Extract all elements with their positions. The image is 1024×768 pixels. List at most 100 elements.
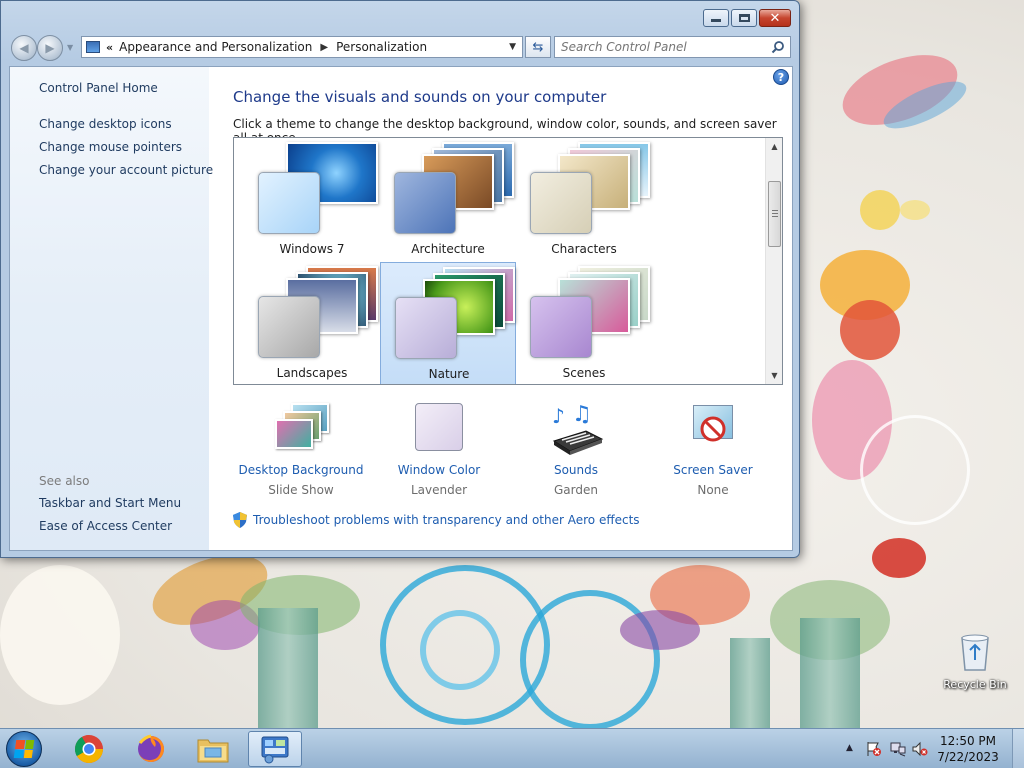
control-panel-icon xyxy=(86,41,100,53)
setting-name[interactable]: Screen Saver xyxy=(638,463,788,477)
desktop-background-setting[interactable]: Desktop Background Slide Show xyxy=(226,403,376,497)
theme-name: Windows 7 xyxy=(279,242,345,256)
address-dropdown-icon[interactable]: ▼ xyxy=(509,42,516,52)
window-color-setting[interactable]: Window Color Lavender xyxy=(364,403,514,497)
show-desktop-button[interactable] xyxy=(1012,729,1024,768)
show-hidden-icons-button[interactable]: ▲ xyxy=(846,743,853,753)
setting-name[interactable]: Desktop Background xyxy=(226,463,376,477)
scroll-down-icon[interactable]: ▼ xyxy=(766,367,782,384)
maximize-icon xyxy=(738,14,750,22)
clock-time: 12:50 PM xyxy=(940,734,996,748)
color-swatch xyxy=(395,297,457,359)
uac-shield-icon xyxy=(233,512,247,528)
scroll-up-icon[interactable]: ▲ xyxy=(766,138,782,155)
theme-name: Scenes xyxy=(562,366,606,380)
recycle-bin[interactable]: Recycle Bin xyxy=(940,630,1010,691)
theme-name: Landscapes xyxy=(276,366,348,380)
color-swatch xyxy=(258,172,320,234)
maximize-button[interactable] xyxy=(731,9,757,27)
see-also-label: See also xyxy=(39,474,90,488)
screen-saver-setting[interactable]: Screen Saver None xyxy=(638,403,788,497)
taskbar-start-menu-link[interactable]: Taskbar and Start Menu xyxy=(39,496,181,510)
window-controls: ✕ xyxy=(703,9,791,27)
color-swatch xyxy=(394,172,456,234)
breadcrumb-separator-icon[interactable]: ▶ xyxy=(320,42,328,53)
task-pane: Control Panel Home Change desktop icons … xyxy=(10,67,213,550)
theme-scenes[interactable]: Scenes xyxy=(516,262,652,384)
search-icon[interactable] xyxy=(771,40,785,54)
help-button[interactable]: ? xyxy=(773,69,789,85)
color-swatch xyxy=(258,296,320,358)
breadcrumb-appearance[interactable]: Appearance and Personalization xyxy=(119,40,312,54)
firefox-icon xyxy=(138,734,164,762)
color-swatch xyxy=(530,172,592,234)
screen-saver-icon xyxy=(683,403,743,459)
recent-pages-dropdown[interactable]: ▼ xyxy=(67,43,73,52)
back-button[interactable]: ◀ xyxy=(11,35,37,61)
setting-value: Garden xyxy=(554,483,598,497)
theme-windows7[interactable]: Windows 7 xyxy=(244,138,380,262)
help-icon: ? xyxy=(777,70,785,84)
setting-value: None xyxy=(697,483,729,497)
action-center-icon[interactable] xyxy=(866,741,882,757)
search-box[interactable] xyxy=(554,36,791,58)
address-bar[interactable]: « Appearance and Personalization ▶ Perso… xyxy=(81,36,523,58)
setting-name[interactable]: Sounds xyxy=(501,463,651,477)
change-account-picture-link[interactable]: Change your account picture xyxy=(39,163,213,177)
theme-landscapes[interactable]: Landscapes xyxy=(244,262,380,384)
taskbar: ▲ 12:50 PM 7/22/2023 xyxy=(0,728,1024,768)
theme-name: Characters xyxy=(551,242,617,256)
recycle-bin-icon xyxy=(958,630,992,672)
start-button[interactable] xyxy=(6,731,42,767)
forward-arrow-icon: ▶ xyxy=(45,41,55,55)
theme-name: Nature xyxy=(428,367,470,381)
close-button[interactable]: ✕ xyxy=(759,9,791,27)
color-swatch xyxy=(530,296,592,358)
volume-icon[interactable] xyxy=(912,741,928,757)
taskbar-control-panel[interactable] xyxy=(248,731,302,767)
scroll-thumb[interactable] xyxy=(768,181,781,247)
change-mouse-pointers-link[interactable]: Change mouse pointers xyxy=(39,140,182,154)
close-icon: ✕ xyxy=(769,10,781,26)
network-icon[interactable] xyxy=(890,741,906,757)
sounds-setting[interactable]: ♪ ♫ Sounds Garden xyxy=(501,402,651,497)
control-panel-home-link[interactable]: Control Panel Home xyxy=(39,81,158,95)
chrome-icon xyxy=(75,735,103,763)
troubleshoot-row: Troubleshoot problems with transparency … xyxy=(233,512,640,528)
page-title: Change the visuals and sounds on your co… xyxy=(233,88,607,106)
breadcrumb-overflow-icon[interactable]: « xyxy=(106,41,113,54)
breadcrumb-personalization[interactable]: Personalization xyxy=(336,40,427,54)
troubleshoot-link[interactable]: Troubleshoot problems with transparency … xyxy=(253,513,640,527)
change-desktop-icons-link[interactable]: Change desktop icons xyxy=(39,117,172,131)
navigation-bar: ◀ ▶ ▼ « Appearance and Personalization ▶… xyxy=(9,33,793,61)
content-area: Control Panel Home Change desktop icons … xyxy=(9,66,793,551)
refresh-button[interactable]: ⇆ xyxy=(525,36,551,58)
minimize-button[interactable] xyxy=(703,9,729,27)
svg-text:♪: ♪ xyxy=(552,404,565,428)
theme-nature[interactable]: Nature xyxy=(380,262,516,384)
search-input[interactable] xyxy=(555,37,760,57)
minimize-icon xyxy=(711,19,721,22)
recycle-bin-label: Recycle Bin xyxy=(943,678,1007,691)
sounds-icon: ♪ ♫ xyxy=(546,402,606,459)
clock-date: 7/22/2023 xyxy=(937,750,999,764)
taskbar-explorer[interactable] xyxy=(186,731,240,767)
personalization-window: ✕ ◀ ▶ ▼ « Appearance and Personalization… xyxy=(0,0,800,558)
ease-of-access-link[interactable]: Ease of Access Center xyxy=(39,519,172,533)
setting-value: Lavender xyxy=(410,483,468,497)
clock[interactable]: 12:50 PM 7/22/2023 xyxy=(928,733,1008,765)
theme-gallery-scrollbar[interactable]: ▲ ▼ xyxy=(765,138,782,384)
setting-name[interactable]: Window Color xyxy=(364,463,514,477)
theme-characters[interactable]: Characters xyxy=(516,138,652,262)
setting-value: Slide Show xyxy=(268,483,334,497)
control-panel-icon xyxy=(261,736,289,764)
taskbar-firefox[interactable] xyxy=(124,731,178,767)
svg-text:♫: ♫ xyxy=(572,403,592,427)
forward-button[interactable]: ▶ xyxy=(37,35,63,61)
refresh-icon: ⇆ xyxy=(532,39,544,55)
theme-architecture[interactable]: Architecture xyxy=(380,138,516,262)
taskbar-chrome[interactable] xyxy=(62,731,116,767)
desktop-background-icon xyxy=(271,403,331,459)
folder-icon xyxy=(197,739,229,763)
theme-name: Architecture xyxy=(411,242,485,256)
